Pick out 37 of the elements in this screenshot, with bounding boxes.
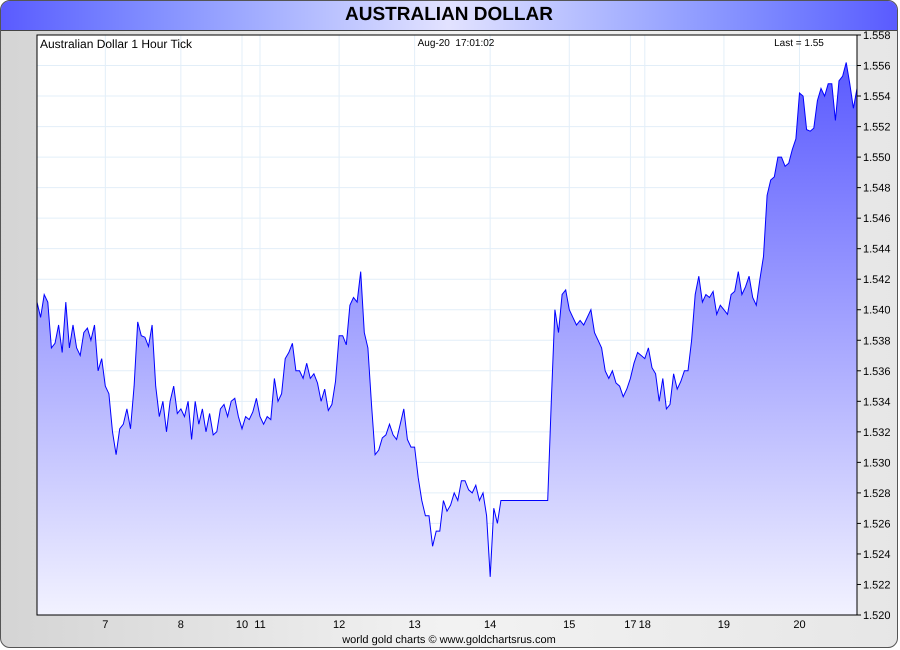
x-tick-label: 18 xyxy=(638,619,651,631)
x-tick-label: 11 xyxy=(254,619,266,631)
y-tick-label: 1.554 xyxy=(863,91,891,104)
y-tick-label: 1.538 xyxy=(863,335,891,348)
y-tick-label: 1.556 xyxy=(863,60,891,73)
y-tick-label: 1.544 xyxy=(863,244,891,256)
y-tick-label: 1.552 xyxy=(863,122,891,134)
timestamp: Aug-20 17:01:02 xyxy=(418,38,494,49)
y-tick-label: 1.530 xyxy=(863,457,891,470)
x-tick-label: 7 xyxy=(102,619,108,631)
y-tick-label: 1.532 xyxy=(863,426,891,439)
x-tick-label: 17 xyxy=(624,619,637,631)
y-tick-label: 1.548 xyxy=(863,182,891,195)
x-tick-label: 13 xyxy=(408,619,421,631)
y-tick-label: 1.520 xyxy=(863,610,891,622)
x-tick-label: 8 xyxy=(178,619,184,631)
x-tick-label: 14 xyxy=(484,619,496,631)
y-tick-label: 1.522 xyxy=(863,579,891,592)
y-tick-label: 1.526 xyxy=(863,518,891,530)
y-tick-label: 1.524 xyxy=(863,548,891,561)
y-tick-label: 1.528 xyxy=(863,488,891,500)
page-title: AUSTRALIAN DOLLAR xyxy=(345,3,553,28)
y-tick-label: 1.542 xyxy=(863,274,891,286)
x-tick-label: 10 xyxy=(236,619,248,631)
footer-credit: world gold charts © www.goldchartsrus.com xyxy=(342,635,556,646)
y-tick-label: 1.558 xyxy=(863,31,891,42)
x-tick-label: 12 xyxy=(332,619,346,631)
y-tick-label: 1.540 xyxy=(863,304,891,317)
chart-title: Australian Dollar 1 Hour Tick xyxy=(40,37,192,51)
y-tick-label: 1.546 xyxy=(863,213,891,226)
x-tick-label: 15 xyxy=(563,619,576,631)
x-tick-label: 19 xyxy=(718,619,730,631)
y-tick-label: 1.534 xyxy=(863,396,891,408)
x-tick-label: 20 xyxy=(793,619,806,631)
last-price: Last = 1.55 xyxy=(774,38,824,49)
y-tick-label: 1.550 xyxy=(863,152,891,164)
y-tick-label: 1.536 xyxy=(863,366,891,378)
